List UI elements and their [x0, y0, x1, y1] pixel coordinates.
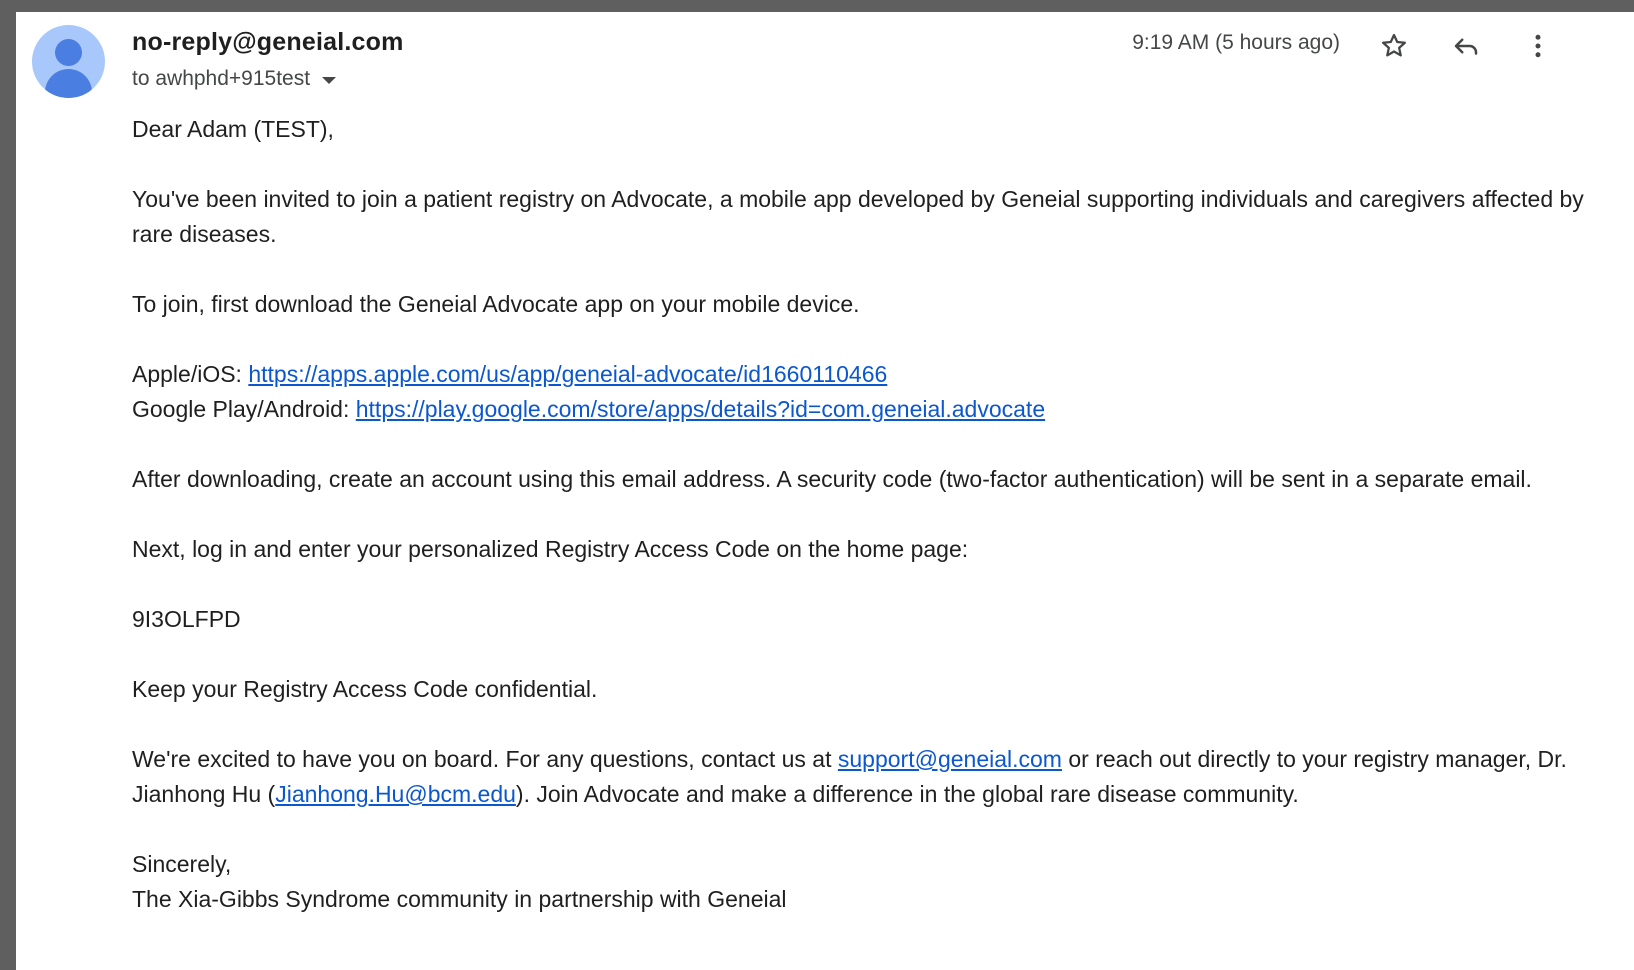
invite-paragraph: You've been invited to join a patient re… — [132, 186, 1584, 247]
star-icon — [1382, 33, 1406, 57]
more-vert-icon — [1535, 34, 1541, 58]
chevron-down-icon[interactable] — [322, 77, 337, 84]
avatar-icon[interactable] — [32, 25, 105, 98]
email-timestamp: 9:19 AM (5 hours ago) — [1132, 31, 1340, 54]
reply-icon — [1454, 38, 1478, 55]
join-instruction: To join, first download the Geneial Advo… — [132, 291, 860, 317]
ios-line: Apple/iOS: https://apps.apple.com/us/app… — [132, 357, 1622, 392]
access-code: 9I3OLFPD — [132, 606, 241, 632]
manager-email-link[interactable]: Jianhong.Hu@bcm.edu — [275, 781, 516, 807]
contact-text-3: ). Join Advocate and make a difference i… — [515, 781, 1299, 807]
email-view: no-reply@geneial.com to awhphd+915test 9… — [16, 12, 1634, 970]
confidential-note: Keep your Registry Access Code confident… — [132, 676, 598, 702]
email-body: Dear Adam (TEST), You've been invited to… — [132, 112, 1622, 917]
recipient-line: to awhphd+915test — [132, 67, 337, 91]
android-app-link[interactable]: https://play.google.com/store/apps/detai… — [356, 396, 1045, 422]
avatar-head — [55, 39, 82, 66]
recipient-label: to awhphd+915test — [132, 67, 311, 90]
after-download-paragraph: After downloading, create an account usi… — [132, 466, 1532, 492]
next-step-paragraph: Next, log in and enter your personalized… — [132, 536, 969, 562]
more-options-button[interactable] — [1518, 26, 1558, 66]
ios-label: Apple/iOS: — [132, 361, 249, 387]
star-button[interactable] — [1374, 26, 1414, 66]
ios-app-link[interactable]: https://apps.apple.com/us/app/geneial-ad… — [248, 361, 887, 387]
android-label: Google Play/Android: — [132, 396, 356, 422]
android-line: Google Play/Android: https://play.google… — [132, 392, 1622, 427]
signature: The Xia-Gibbs Syndrome community in part… — [132, 886, 787, 912]
sender-email[interactable]: no-reply@geneial.com — [132, 28, 404, 57]
contact-paragraph: We're excited to have you on board. For … — [132, 742, 1622, 812]
closing: Sincerely, — [132, 851, 232, 877]
support-email-link[interactable]: support@geneial.com — [838, 746, 1062, 772]
greeting: Dear Adam (TEST), — [132, 116, 334, 142]
reply-button[interactable] — [1446, 26, 1486, 66]
avatar-body — [45, 69, 92, 98]
contact-text-1: We're excited to have you on board. For … — [132, 746, 838, 772]
